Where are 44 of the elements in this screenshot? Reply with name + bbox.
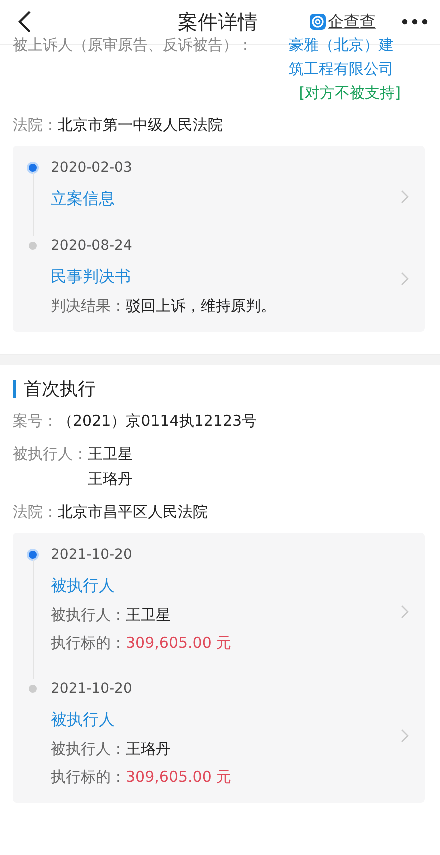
detail-value: 309,605.00 元 [126, 634, 232, 652]
detail-value: 309,605.00 元 [126, 768, 232, 786]
timeline-item[interactable]: 2021-10-20 被执行人 被执行人：王珞丹 执行标的：309,605.00 元 [25, 679, 415, 793]
field-value: 王珞丹 [88, 469, 133, 490]
event-date: 2021-10-20 [51, 546, 134, 565]
chevron-right-icon [401, 605, 409, 619]
detail-label: 被执行人： [51, 606, 126, 624]
company-link[interactable]: 豪雅（北京）建筑工程有限公司 [289, 33, 401, 81]
court-label: 法院： [13, 115, 58, 136]
detail-value: 王卫星 [126, 606, 171, 624]
more-icon[interactable] [402, 19, 428, 25]
timeline-item[interactable]: 2020-02-03 立案信息 [25, 158, 415, 236]
detail-label: 执行标的： [51, 768, 126, 786]
back-icon[interactable] [18, 10, 32, 34]
timeline-item[interactable]: 2020-08-24 民事判决书 判决结果：驳回上诉，维持原判。 [25, 236, 415, 322]
timeline-item[interactable]: 2021-10-20 被执行人 被执行人：王卫星 执行标的：309,605.00 元 [25, 545, 415, 679]
page-title: 案件详情 [178, 8, 258, 36]
brand-logo-icon [310, 14, 326, 30]
brand-name: 企查查 [328, 12, 376, 32]
field-value: 王卫星 [88, 444, 133, 465]
field-value: （2021）京0114执12123号 [58, 411, 258, 432]
event-date: 2020-02-03 [51, 159, 134, 178]
detail-value: 王珞丹 [126, 740, 171, 758]
chevron-right-icon [401, 272, 409, 286]
detail-label: 判决结果： [51, 297, 126, 315]
detail-value: 驳回上诉，维持原判。 [126, 297, 276, 315]
event-title: 立案信息 [51, 188, 116, 210]
event-date: 2020-08-24 [51, 237, 134, 256]
field-label: 案号： [13, 411, 58, 432]
event-title: 被执行人 [51, 575, 116, 597]
field-label: 法院： [13, 502, 58, 523]
field-label: 被执行人： [13, 444, 88, 465]
party-status: [对方不被支持] [299, 83, 401, 104]
event-title: 被执行人 [51, 709, 116, 731]
party-label: 被上诉人（原审原告、反诉被告）： [13, 35, 254, 56]
field-value: 北京市昌平区人民法院 [58, 502, 208, 523]
detail-label: 被执行人： [51, 740, 126, 758]
event-date: 2021-10-20 [51, 680, 134, 699]
section-title: 首次执行 [24, 378, 96, 401]
chevron-right-icon [401, 190, 409, 204]
court-name: 北京市第一中级人民法院 [58, 115, 223, 136]
chevron-right-icon [401, 729, 409, 743]
detail-label: 执行标的： [51, 634, 126, 652]
event-title: 民事判决书 [51, 266, 132, 288]
